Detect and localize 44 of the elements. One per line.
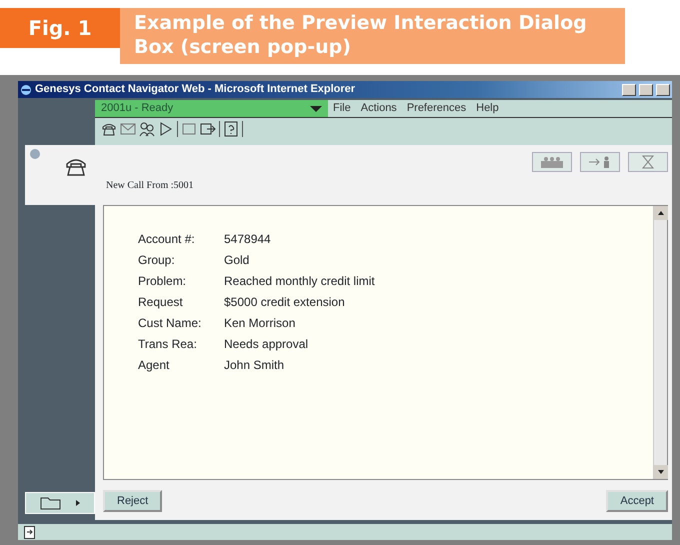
window-title: Genesys Contact Navigator Web - Microsoft Internet Explorer [35, 82, 356, 98]
field-value: Ken Morrison [224, 315, 296, 332]
status-dropdown[interactable]: 2001u - Ready [95, 100, 328, 117]
action-button[interactable]: Accept [606, 490, 668, 512]
caret-icon [310, 106, 322, 112]
field-label: Account #: [138, 231, 196, 248]
action-button[interactable]: Reject [103, 490, 162, 512]
field-value: Reached monthly credit limit [224, 273, 375, 290]
call-header: New Call From :5001 [106, 179, 194, 193]
menu-item[interactable]: Help [471, 100, 504, 117]
hourglass-button[interactable] [628, 152, 668, 172]
field-value: Needs approval [224, 336, 310, 353]
field-label: Problem: [138, 273, 188, 290]
figure-title: Example of the Preview Interaction Dialog Box (screen pop-up) [120, 8, 625, 64]
people-icon [540, 156, 564, 168]
transfer-button[interactable] [580, 152, 620, 172]
field-label: Cust Name: [138, 315, 202, 332]
minimize-button[interactable] [622, 84, 636, 96]
field-value: Gold [224, 252, 250, 269]
phone-icon[interactable] [101, 121, 117, 137]
hourglass-icon [641, 155, 655, 169]
help-icon[interactable] [223, 121, 239, 137]
scrollbar[interactable] [653, 206, 667, 478]
folder-button[interactable] [25, 492, 95, 514]
field-label: Agent [138, 357, 170, 374]
menu-item[interactable]: Preferences [402, 100, 472, 117]
field-value: John Smith [224, 357, 286, 374]
maximize-button[interactable] [639, 84, 653, 96]
arrow-person-icon [588, 156, 612, 168]
people-icon[interactable] [139, 121, 155, 137]
page-icon [24, 526, 35, 538]
folder-icon [40, 496, 62, 510]
field-value: 5478944 [224, 231, 272, 248]
field-value: $5000 credit extension [224, 294, 346, 311]
figure-label: Fig. 1 [0, 8, 120, 48]
triangle-icon [76, 500, 80, 506]
field-label: Request [138, 294, 184, 311]
export-icon[interactable] [200, 121, 216, 137]
field-label: Group: [138, 252, 176, 269]
field-label: Trans Rea: [138, 336, 198, 353]
menu-item[interactable]: Actions [356, 100, 402, 117]
close-button[interactable] [656, 84, 670, 96]
play-icon[interactable] [158, 121, 174, 137]
menu-item[interactable]: File [328, 100, 356, 117]
